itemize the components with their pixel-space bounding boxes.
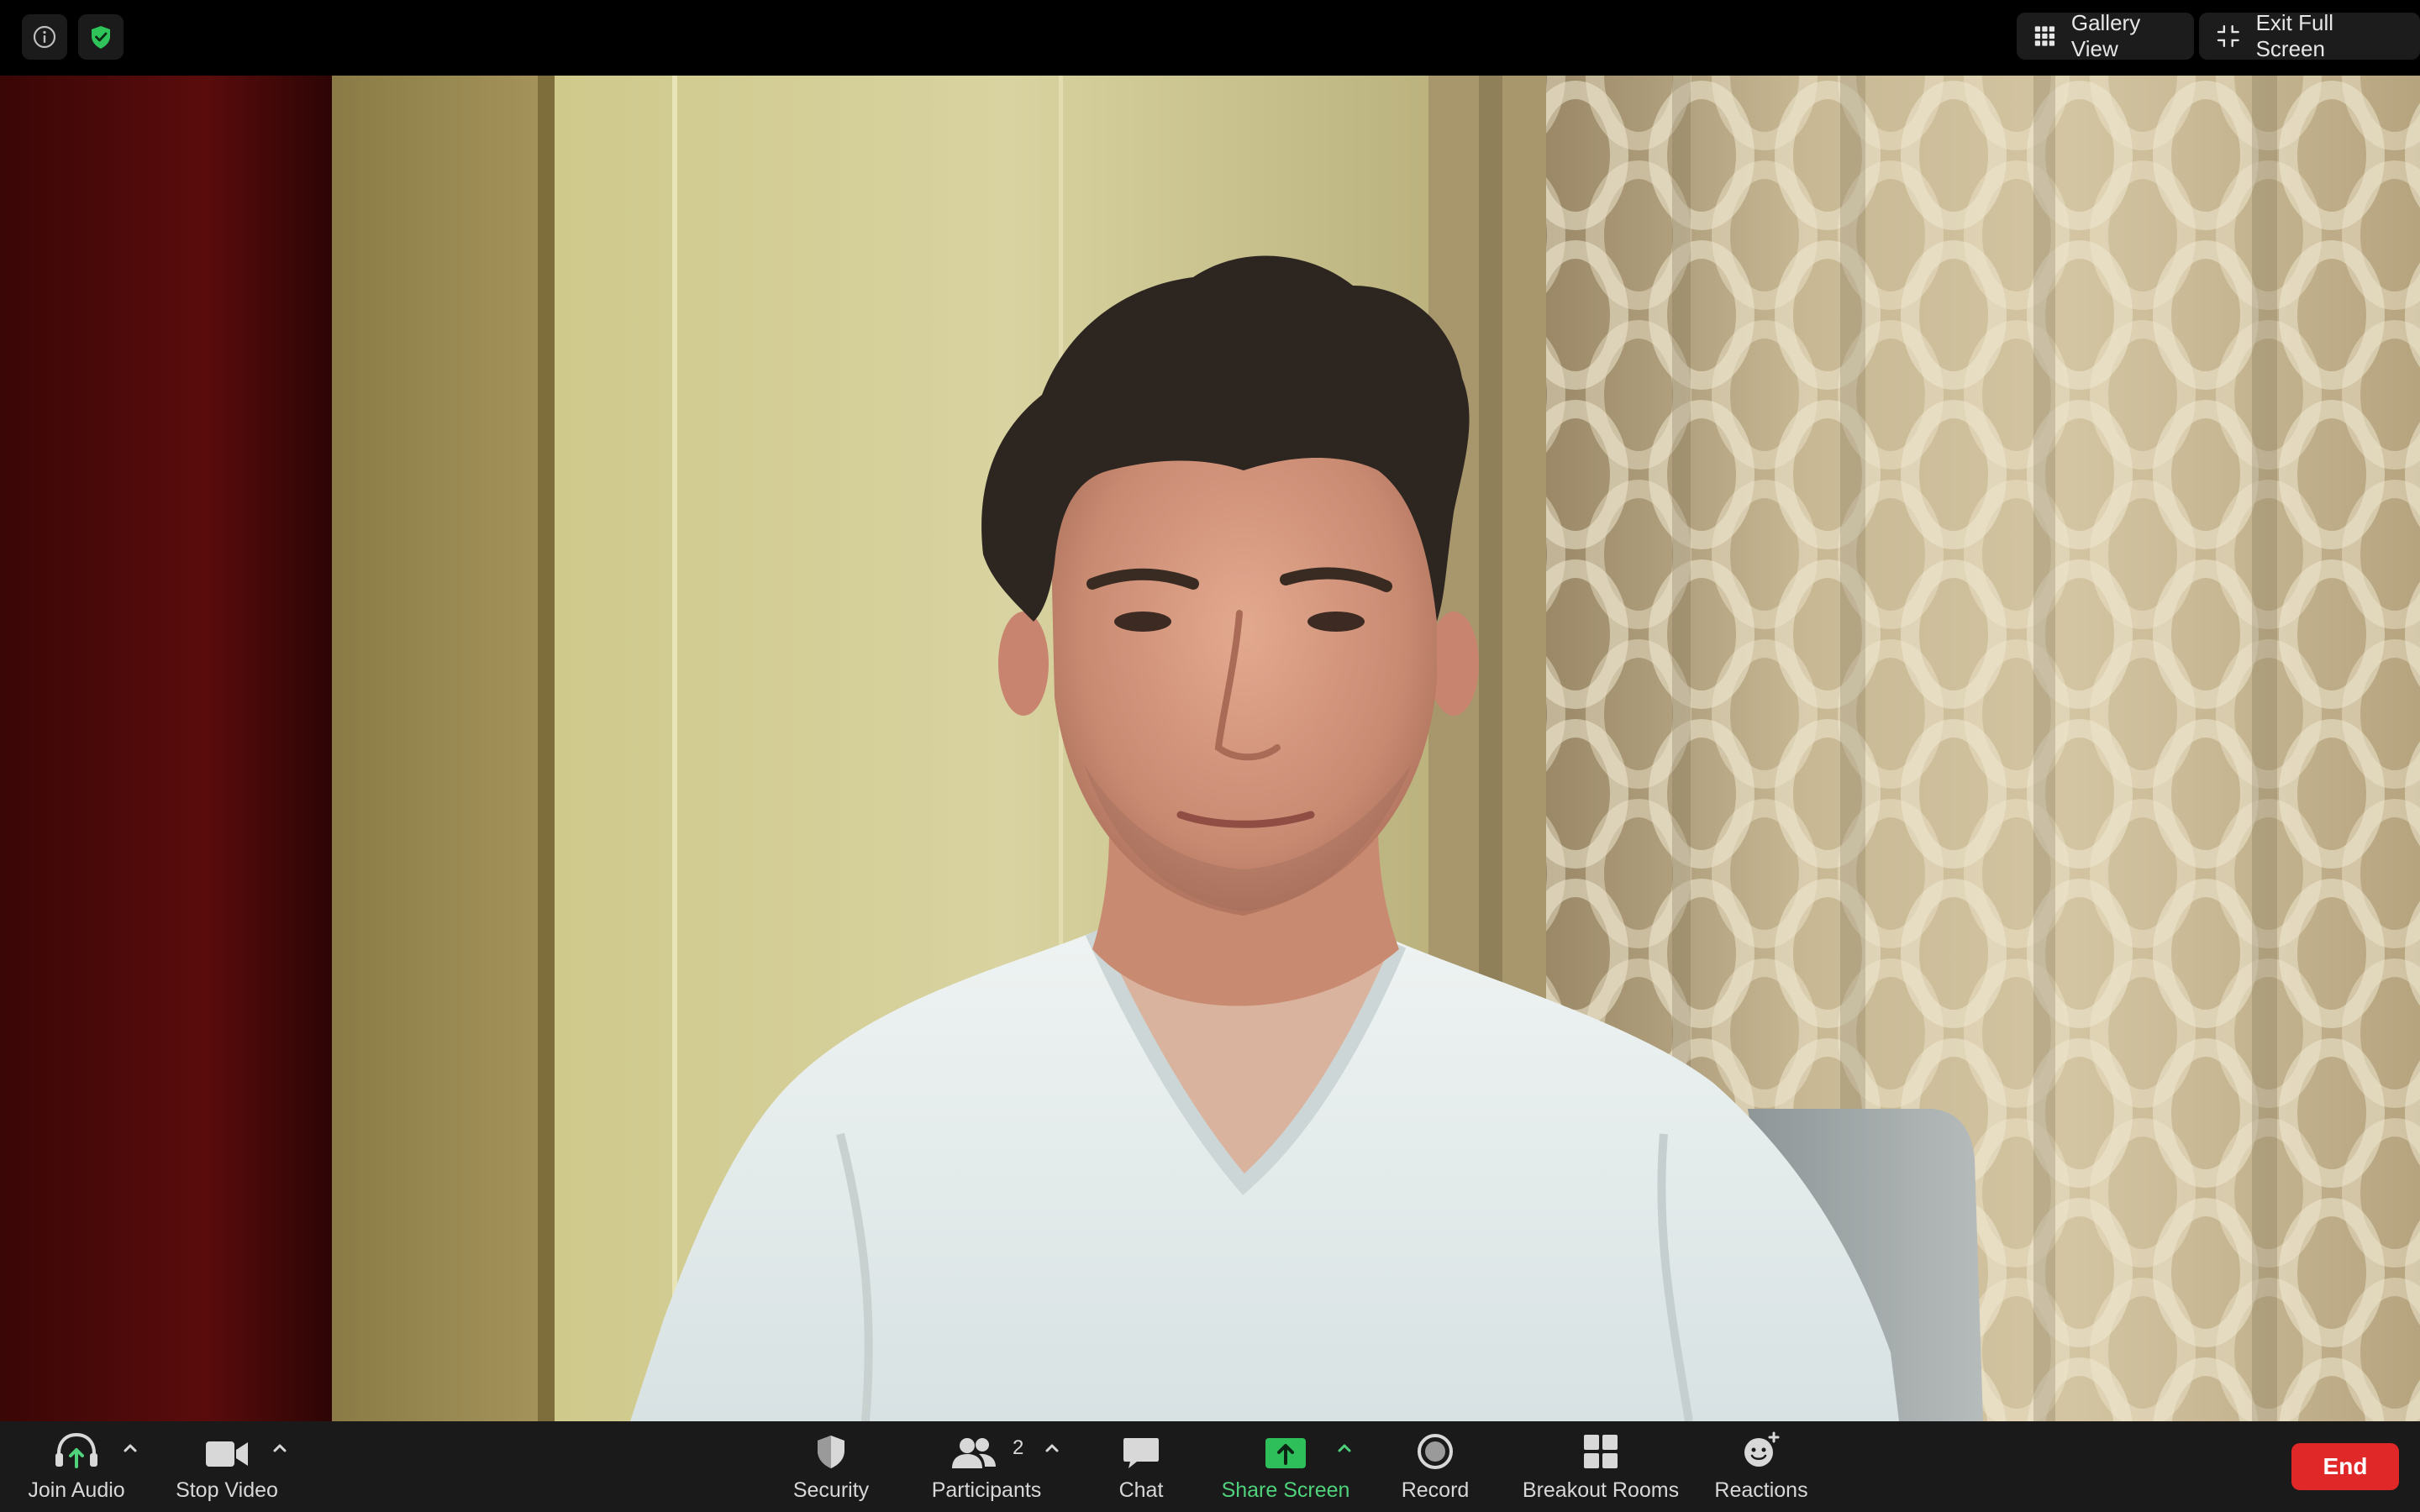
zoom-meeting-window: Gallery View Exit Full Screen Join Audio… (0, 0, 2420, 1512)
meeting-toolbar: Join Audio Stop Video Security Participa… (0, 1421, 2420, 1512)
record-label: Record (1401, 1478, 1470, 1502)
chevron-up-icon (124, 1444, 137, 1452)
share-screen-button[interactable]: Share Screen (1220, 1421, 1351, 1512)
stop-video-label: Stop Video (176, 1478, 278, 1502)
reactions-button[interactable]: Reactions (1712, 1421, 1810, 1512)
chevron-up-icon (1338, 1444, 1351, 1452)
participants-count: 2 (1013, 1436, 1024, 1459)
shield-check-icon (92, 26, 110, 49)
gallery-view-button[interactable]: Gallery View (2017, 10, 2194, 61)
info-icon (33, 25, 56, 49)
join-audio-label: Join Audio (28, 1478, 125, 1502)
chevron-up-icon (1045, 1444, 1059, 1452)
breakout-rooms-button[interactable]: Breakout Rooms (1521, 1421, 1681, 1512)
breakout-rooms-label: Breakout Rooms (1522, 1478, 1680, 1502)
exit-full-screen-icon (2217, 24, 2239, 48)
chat-button[interactable]: Chat (1107, 1421, 1175, 1512)
share-screen-label: Share Screen (1221, 1478, 1350, 1502)
video-camera-icon (206, 1441, 248, 1467)
chevron-up-icon (273, 1444, 287, 1452)
people-icon (952, 1438, 996, 1468)
emoji-plus-icon (1744, 1431, 1780, 1467)
video-frame (0, 76, 2420, 1421)
participants-button[interactable]: Participants (924, 1421, 1049, 1512)
grid-icon (2034, 26, 2055, 46)
meeting-info-button[interactable] (22, 14, 67, 60)
participants-label: Participants (931, 1478, 1042, 1502)
chat-label: Chat (1118, 1478, 1164, 1502)
share-screen-icon (1265, 1438, 1306, 1468)
join-audio-button[interactable]: Join Audio (25, 1421, 128, 1512)
headphones-icon (55, 1432, 97, 1468)
record-button[interactable]: Record (1395, 1421, 1476, 1512)
chat-bubble-icon (1123, 1438, 1159, 1468)
encryption-status-button[interactable] (78, 14, 124, 60)
participant-video (0, 76, 2420, 1421)
stop-video-button[interactable]: Stop Video (172, 1421, 281, 1512)
gallery-view-label: Gallery View (2070, 10, 2141, 61)
video-options-caret[interactable] (270, 1438, 290, 1458)
share-options-caret[interactable] (1334, 1438, 1355, 1458)
reactions-label: Reactions (1714, 1478, 1808, 1502)
end-meeting-button[interactable]: End (2291, 1443, 2399, 1490)
participants-options-caret[interactable] (1042, 1438, 1062, 1458)
exit-full-screen-label: Exit Full Screen (2255, 10, 2334, 61)
shield-icon (818, 1436, 844, 1468)
record-icon (1418, 1434, 1453, 1469)
exit-full-screen-button[interactable]: Exit Full Screen (2199, 10, 2420, 61)
top-bar: Gallery View Exit Full Screen (0, 0, 2420, 76)
security-button[interactable]: Security (781, 1421, 881, 1512)
audio-options-caret[interactable] (120, 1438, 140, 1458)
security-label: Security (792, 1478, 870, 1502)
breakout-rooms-icon (1584, 1435, 1618, 1468)
